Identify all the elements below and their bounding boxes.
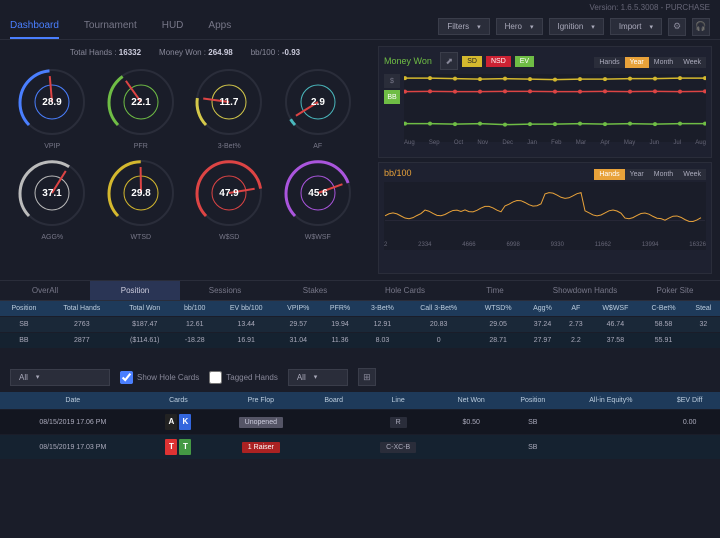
range-week[interactable]: Week <box>678 57 706 68</box>
gauge-bet: 11.7 3-Bet% <box>187 63 272 150</box>
ev-btn[interactable]: EV <box>515 56 534 67</box>
won-label: Money Won : <box>159 48 206 57</box>
tab-tournament[interactable]: Tournament <box>84 14 137 39</box>
expand-icon[interactable]: ⬈ <box>440 52 458 70</box>
dollar-toggle[interactable]: $ <box>384 74 400 88</box>
hcol-netwon[interactable]: Net Won <box>439 392 503 410</box>
filter-all2-dropdown[interactable]: All <box>288 369 348 386</box>
hcol-board[interactable]: Board <box>310 392 357 410</box>
col-wtsd[interactable]: WTSD% <box>473 301 524 317</box>
gauge-wtsd: 29.8 WTSD <box>99 154 184 241</box>
table-row[interactable]: SB2763$187.4712.6113.4429.5719.9412.9120… <box>0 317 720 333</box>
hcol-allinequity[interactable]: All-in Equity% <box>562 392 659 410</box>
bb-label: bb/100 : <box>251 48 280 57</box>
midtab-showdownhands[interactable]: Showdown Hands <box>540 281 630 300</box>
calculator-icon[interactable]: ⊞ <box>358 368 376 386</box>
col-position[interactable]: Position <box>0 301 48 317</box>
bb-chart-title: bb/100 <box>384 168 590 178</box>
svg-text:2.9: 2.9 <box>311 97 325 108</box>
col-cbet[interactable]: C-Bet% <box>640 301 687 317</box>
range-month[interactable]: Month <box>649 57 678 68</box>
col-bet[interactable]: 3-Bet% <box>360 301 405 317</box>
col-bb[interactable]: bb/100 <box>174 301 216 317</box>
version-label: Version: 1.6.5.3008 - PURCHASE <box>589 3 710 12</box>
bb-toggle[interactable]: BB <box>384 90 400 104</box>
range-hands[interactable]: Hands <box>594 169 624 180</box>
bb-value: -0.93 <box>282 48 300 57</box>
gauge-agg: 37.1 AGG% <box>10 154 95 241</box>
main-nav: DashboardTournamentHUDApps Filters Hero … <box>0 14 720 40</box>
range-year[interactable]: Year <box>625 169 649 180</box>
gauge-pfr: 22.1 PFR <box>99 63 184 150</box>
hcol-evdiff[interactable]: $EV Diff <box>659 392 720 410</box>
col-wwsf[interactable]: W$WSF <box>590 301 640 317</box>
gauge-af: 2.9 AF <box>276 63 361 150</box>
range-month[interactable]: Month <box>649 169 678 180</box>
midtab-sessions[interactable]: Sessions <box>180 281 270 300</box>
hand-row[interactable]: 08/15/2019 17.06 PMAKUnopenedR$0.50SB0.0… <box>0 410 720 435</box>
import-dropdown[interactable]: Import <box>610 18 662 35</box>
svg-text:29.8: 29.8 <box>131 188 151 199</box>
svg-text:37.1: 37.1 <box>43 188 63 199</box>
hands-value: 16332 <box>119 48 141 57</box>
won-value: 264.98 <box>208 48 232 57</box>
bb-chart: bb/100 HandsYearMonthWeek 22334466669989… <box>378 162 712 274</box>
range-year[interactable]: Year <box>625 57 649 68</box>
hcol-date[interactable]: Date <box>0 392 146 410</box>
col-af[interactable]: AF <box>561 301 590 317</box>
svg-text:22.1: 22.1 <box>131 97 151 108</box>
gauge-wwsf: 45.6 W$WSF <box>276 154 361 241</box>
hcol-cards[interactable]: Cards <box>146 392 212 410</box>
midtab-time[interactable]: Time <box>450 281 540 300</box>
tagged-checkbox[interactable]: Tagged Hands <box>209 371 278 384</box>
midtab-pokersite[interactable]: Poker Site <box>630 281 720 300</box>
gauge-wsd: 47.9 W$SD <box>187 154 272 241</box>
svg-text:28.9: 28.9 <box>43 97 63 108</box>
midtab-position[interactable]: Position <box>90 281 180 300</box>
col-vpip[interactable]: VPIP% <box>277 301 320 317</box>
filter-bar: All Show Hole Cards Tagged Hands All ⊞ <box>0 362 720 392</box>
room-dropdown[interactable]: Ignition <box>549 18 604 35</box>
col-agg[interactable]: Agg% <box>524 301 562 317</box>
money-chart: Money Won ⬈ SD NSD EV HandsYearMonthWeek… <box>378 46 712 158</box>
filters-dropdown[interactable]: Filters <box>438 18 489 35</box>
midtab-stakes[interactable]: Stakes <box>270 281 360 300</box>
gauges-panel: Total Hands : 16332 Money Won : 264.98 b… <box>0 40 370 280</box>
table-row[interactable]: BB2877($114.61)-18.2816.9131.0411.368.03… <box>0 333 720 349</box>
col-evbb[interactable]: EV bb/100 <box>216 301 277 317</box>
money-chart-title: Money Won <box>384 56 436 66</box>
midtab-holecards[interactable]: Hole Cards <box>360 281 450 300</box>
col-callbet[interactable]: Call 3-Bet% <box>405 301 473 317</box>
svg-text:45.6: 45.6 <box>308 188 328 199</box>
hands-label: Total Hands : <box>70 48 117 57</box>
col-steal[interactable]: Steal <box>687 301 720 317</box>
filter-all-dropdown[interactable]: All <box>10 369 110 386</box>
col-totalwon[interactable]: Total Won <box>116 301 174 317</box>
tab-hud[interactable]: HUD <box>162 14 184 39</box>
gauge-vpip: 28.9 VPIP <box>10 63 95 150</box>
svg-text:47.9: 47.9 <box>220 188 240 199</box>
col-totalhands[interactable]: Total Hands <box>48 301 116 317</box>
svg-text:11.7: 11.7 <box>220 97 239 108</box>
tab-apps[interactable]: Apps <box>208 14 231 39</box>
midtab-overall[interactable]: OverAll <box>0 281 90 300</box>
hero-dropdown[interactable]: Hero <box>496 18 543 35</box>
range-hands[interactable]: Hands <box>594 57 624 68</box>
sd-btn[interactable]: SD <box>462 56 482 67</box>
hcol-line[interactable]: Line <box>357 392 439 410</box>
hcol-preflop[interactable]: Pre Flop <box>211 392 310 410</box>
tab-dashboard[interactable]: Dashboard <box>10 14 59 39</box>
hands-table: DateCardsPre FlopBoardLineNet WonPositio… <box>0 392 720 459</box>
nsd-btn[interactable]: NSD <box>486 56 511 67</box>
hcol-position[interactable]: Position <box>503 392 562 410</box>
range-week[interactable]: Week <box>678 169 706 180</box>
position-table: PositionTotal HandsTotal Wonbb/100EV bb/… <box>0 301 720 348</box>
hand-row[interactable]: 08/15/2019 17.03 PMTT1 RaiserC-XC-BSB <box>0 435 720 460</box>
col-pfr[interactable]: PFR% <box>320 301 360 317</box>
show-cards-checkbox[interactable]: Show Hole Cards <box>120 371 199 384</box>
headset-icon[interactable]: 🎧 <box>692 18 710 36</box>
gear-icon[interactable]: ⚙ <box>668 18 686 36</box>
